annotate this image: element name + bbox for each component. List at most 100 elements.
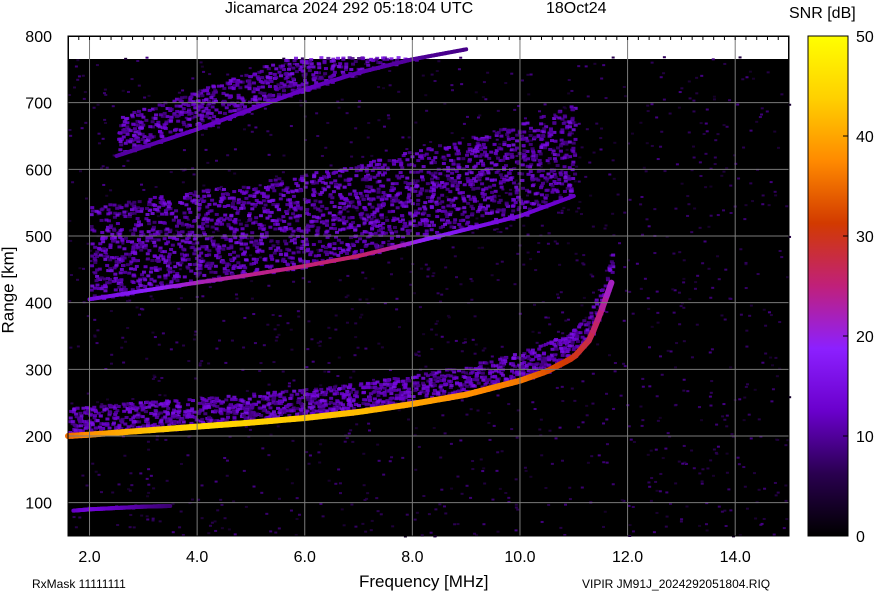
echo-pixel bbox=[267, 85, 272, 89]
echo-pixel bbox=[528, 142, 533, 146]
noise-pixel bbox=[277, 527, 281, 530]
echo-pixel bbox=[278, 74, 283, 78]
noise-pixel bbox=[434, 508, 438, 511]
noise-pixel bbox=[151, 377, 155, 380]
echo-pixel bbox=[502, 177, 507, 181]
noise-pixel bbox=[442, 505, 446, 508]
echo-pixel bbox=[198, 263, 203, 267]
noise-pixel bbox=[482, 81, 486, 84]
noise-pixel bbox=[157, 343, 161, 346]
noise-pixel bbox=[407, 136, 411, 139]
echo-pixel bbox=[382, 202, 387, 206]
echo-pixel bbox=[261, 227, 266, 231]
echo-pixel bbox=[354, 174, 359, 178]
echo-pixel bbox=[589, 311, 594, 315]
echo-pixel bbox=[288, 83, 293, 87]
noise-pixel bbox=[414, 121, 418, 124]
echo-pixel bbox=[172, 113, 177, 117]
noise-pixel bbox=[754, 517, 758, 520]
echo-pixel bbox=[484, 211, 489, 215]
echo-pixel bbox=[328, 386, 333, 390]
noise-pixel bbox=[283, 62, 287, 65]
noise-pixel bbox=[362, 452, 366, 455]
noise-pixel bbox=[154, 185, 158, 188]
noise-pixel bbox=[692, 156, 696, 159]
echo-pixel bbox=[213, 270, 218, 274]
noise-pixel bbox=[164, 438, 168, 441]
noise-pixel bbox=[391, 525, 395, 528]
echo-pixel bbox=[418, 222, 423, 226]
noise-pixel bbox=[97, 473, 101, 476]
echo-pixel bbox=[506, 137, 511, 141]
echo-pixel bbox=[420, 219, 425, 223]
noise-pixel bbox=[527, 93, 531, 96]
echo-pixel bbox=[268, 246, 273, 250]
noise-pixel bbox=[151, 331, 155, 334]
echo-pixel bbox=[575, 339, 580, 343]
noise-pixel bbox=[152, 374, 156, 377]
noise-pixel bbox=[334, 482, 338, 485]
echo-pixel bbox=[121, 402, 126, 406]
noise-pixel bbox=[647, 481, 651, 484]
echo-pixel bbox=[239, 206, 244, 210]
echo-pixel bbox=[565, 124, 570, 128]
noise-pixel bbox=[319, 384, 323, 387]
echo-pixel bbox=[429, 204, 434, 208]
noise-pixel bbox=[672, 311, 676, 314]
echo-pixel bbox=[143, 284, 148, 288]
echo-pixel bbox=[229, 246, 234, 250]
echo-pixel bbox=[525, 121, 530, 125]
noise-pixel bbox=[666, 349, 670, 352]
noise-pixel bbox=[295, 497, 299, 500]
echo-pixel bbox=[313, 254, 318, 258]
noise-pixel bbox=[702, 132, 706, 135]
echo-pixel bbox=[179, 128, 184, 132]
echo-pixel bbox=[177, 242, 182, 246]
echo-pixel bbox=[299, 176, 304, 180]
noise-pixel bbox=[460, 83, 464, 86]
noise-pixel bbox=[158, 394, 162, 397]
echo-pixel bbox=[130, 113, 135, 117]
noise-pixel bbox=[642, 166, 646, 169]
noise-pixel bbox=[729, 212, 733, 215]
noise-pixel bbox=[748, 314, 752, 317]
noise-pixel bbox=[575, 165, 579, 168]
echo-pixel bbox=[372, 397, 377, 401]
echo-pixel bbox=[199, 117, 204, 121]
echo-pixel bbox=[549, 174, 554, 178]
noise-pixel bbox=[361, 522, 365, 525]
echo-pixel bbox=[136, 109, 141, 113]
noise-pixel bbox=[696, 274, 700, 277]
noise-pixel bbox=[430, 73, 434, 76]
echo-pixel bbox=[346, 248, 351, 252]
noise-pixel bbox=[224, 361, 228, 364]
noise-pixel bbox=[253, 342, 257, 345]
noise-pixel bbox=[422, 495, 426, 498]
echo-pixel bbox=[221, 195, 226, 199]
echo-pixel bbox=[227, 96, 232, 100]
echo-pixel bbox=[550, 184, 555, 188]
echo-pixel bbox=[147, 136, 152, 140]
echo-pixel bbox=[399, 161, 404, 165]
noise-pixel bbox=[271, 313, 275, 316]
noise-pixel bbox=[97, 132, 101, 135]
echo-pixel bbox=[218, 200, 223, 204]
echo-pixel bbox=[403, 221, 408, 225]
noise-pixel bbox=[297, 315, 301, 318]
noise-pixel bbox=[682, 259, 686, 262]
echo-pixel bbox=[530, 348, 535, 352]
echo-pixel bbox=[272, 72, 277, 76]
echo-pixel bbox=[481, 163, 486, 167]
echo-pixel bbox=[329, 389, 334, 393]
echo-pixel bbox=[137, 120, 142, 124]
echo-pixel bbox=[309, 250, 314, 254]
noise-pixel bbox=[531, 330, 535, 333]
noise-pixel bbox=[705, 108, 709, 111]
noise-pixel bbox=[353, 354, 357, 357]
noise-pixel bbox=[659, 76, 663, 79]
noise-pixel bbox=[706, 467, 710, 470]
echo-pixel bbox=[262, 206, 267, 210]
noise-pixel bbox=[346, 210, 350, 213]
noise-pixel bbox=[573, 399, 577, 402]
noise-pixel bbox=[319, 443, 323, 446]
